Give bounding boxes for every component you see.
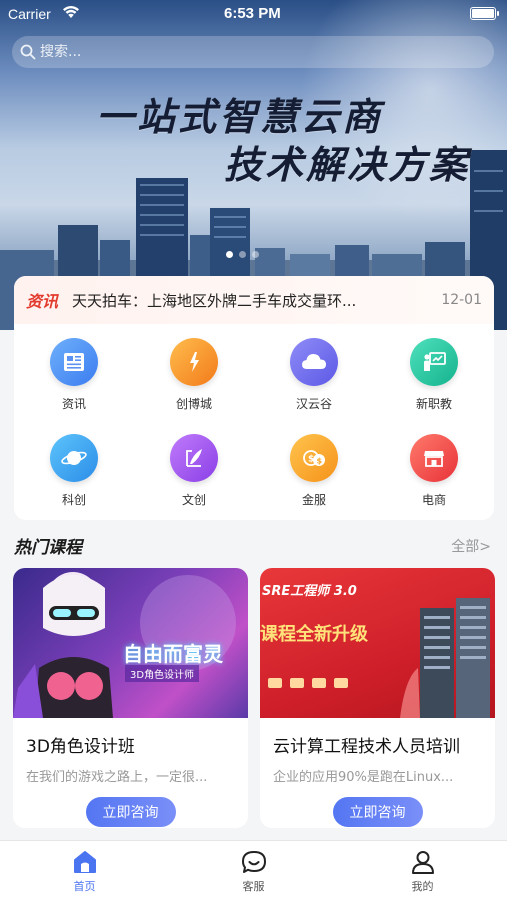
chat-bubble-icon bbox=[241, 851, 266, 873]
thumb-headline: SRE工程师 3.0 bbox=[262, 584, 357, 599]
tab-customer-service[interactable]: 客服 bbox=[169, 841, 338, 900]
menu-item-chuangbocheng[interactable]: 创博城 bbox=[134, 338, 254, 434]
tab-label: 我的 bbox=[411, 880, 434, 893]
bottom-tab-bar: 首页 客服 我的 bbox=[0, 840, 507, 900]
menu-item-jinfu[interactable]: $ $ 金服 bbox=[254, 434, 374, 520]
cloud-icon bbox=[290, 338, 338, 386]
quill-icon bbox=[170, 434, 218, 482]
tab-label: 首页 bbox=[73, 880, 96, 893]
news-date: 12-01 bbox=[441, 292, 482, 308]
menu-item-xinzhijiao[interactable]: 新职教 bbox=[374, 338, 494, 434]
menu-label: 文创 bbox=[181, 493, 206, 507]
view-all-link[interactable]: 全部> bbox=[451, 536, 491, 556]
menu-item-dianshang[interactable]: 电商 bbox=[374, 434, 494, 520]
svg-text:$: $ bbox=[317, 457, 323, 466]
svg-text:$: $ bbox=[308, 455, 314, 465]
menu-label: 资讯 bbox=[61, 397, 86, 411]
banner-headline-1: 一站式智慧云商 bbox=[96, 95, 384, 139]
menu-item-hanyungu[interactable]: 汉云谷 bbox=[254, 338, 374, 434]
newspaper-icon bbox=[50, 338, 98, 386]
menu-item-wenchuang[interactable]: 文创 bbox=[134, 434, 254, 520]
news-ticker[interactable]: 资讯 天天拍车：上海地区外牌二手车成交量环... 12-01 bbox=[14, 276, 494, 324]
thumb-subtitle: 3D角色设计师 bbox=[125, 665, 200, 682]
wifi-icon bbox=[63, 6, 79, 18]
news-headline[interactable]: 天天拍车：上海地区外牌二手车成交量环... bbox=[72, 290, 427, 311]
menu-label: 科创 bbox=[61, 493, 86, 507]
quick-menu-grid: 资讯 创博城 汉云谷 新职教 科创 文创 $ $ 金服 电商 bbox=[14, 324, 494, 520]
menu-item-news[interactable]: 资讯 bbox=[14, 338, 134, 434]
spark-icon bbox=[170, 338, 218, 386]
carousel-dot[interactable] bbox=[252, 251, 259, 258]
menu-label: 金服 bbox=[301, 493, 326, 507]
course-description: 在我们的游戏之路上，一定很... bbox=[26, 770, 208, 785]
search-icon bbox=[20, 44, 36, 60]
menu-label: 新职教 bbox=[415, 397, 452, 411]
consult-button[interactable]: 立即咨询 bbox=[332, 797, 423, 827]
search-bar[interactable] bbox=[12, 36, 494, 68]
consult-button[interactable]: 立即咨询 bbox=[85, 797, 176, 827]
clock: 6:53 PM bbox=[224, 5, 281, 22]
carrier-label: Carrier bbox=[8, 6, 51, 22]
course-thumbnail: SRE工程师 3.0 课程全新升级 bbox=[260, 568, 495, 718]
planet-icon bbox=[50, 434, 98, 482]
battery-icon bbox=[470, 7, 499, 20]
tab-home[interactable]: 首页 bbox=[0, 841, 169, 900]
menu-label: 电商 bbox=[421, 493, 446, 507]
menu-label: 汉云谷 bbox=[295, 397, 332, 411]
shop-icon bbox=[410, 434, 458, 482]
coins-icon: $ $ bbox=[290, 434, 338, 482]
menu-label: 创博城 bbox=[175, 397, 212, 411]
course-card[interactable]: 自由而富灵 3D角色设计师 3D角色设计班 在我们的游戏之路上，一定很... 立… bbox=[13, 568, 248, 828]
status-bar: Carrier 6:53 PM bbox=[0, 0, 507, 30]
thumb-headline: 自由而富灵 bbox=[123, 642, 223, 666]
carousel-indicator[interactable] bbox=[226, 251, 259, 258]
search-input[interactable] bbox=[40, 44, 460, 60]
course-description: 企业的应用90%是跑在Linux... bbox=[273, 770, 454, 785]
banner-headline-2: 技术解决方案 bbox=[224, 143, 471, 187]
carousel-dot[interactable] bbox=[239, 251, 246, 258]
carousel-dot[interactable] bbox=[226, 251, 233, 258]
teacher-board-icon bbox=[410, 338, 458, 386]
tab-label: 客服 bbox=[242, 880, 265, 893]
course-thumbnail: 自由而富灵 3D角色设计师 bbox=[13, 568, 248, 718]
menu-item-kechuang[interactable]: 科创 bbox=[14, 434, 134, 520]
section-title: 热门课程 bbox=[14, 538, 82, 558]
news-tag: 资讯 bbox=[26, 292, 59, 311]
course-title: 3D角色设计班 bbox=[26, 737, 135, 757]
tab-profile[interactable]: 我的 bbox=[338, 841, 507, 900]
home-icon bbox=[73, 851, 96, 873]
user-icon bbox=[411, 851, 434, 874]
thumb-subtitle: 课程全新升级 bbox=[260, 624, 368, 645]
course-card[interactable]: SRE工程师 3.0 课程全新升级 云计算工程技术人员培训 企业的应用90%是跑… bbox=[260, 568, 495, 828]
quick-menu-card: 资讯 天天拍车：上海地区外牌二手车成交量环... 12-01 资讯 创博城 汉云… bbox=[14, 276, 494, 520]
course-title: 云计算工程技术人员培训 bbox=[273, 737, 460, 757]
